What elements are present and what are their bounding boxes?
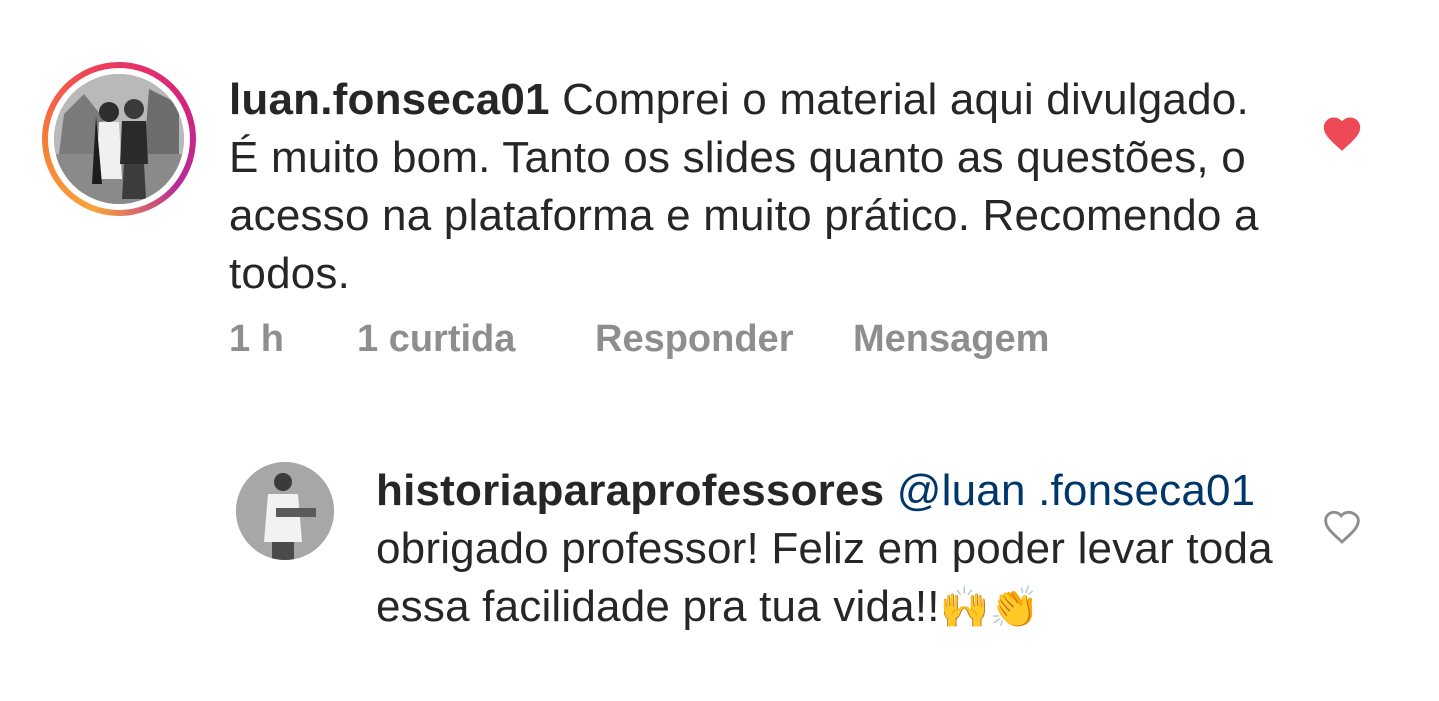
- heart-filled-icon[interactable]: [1320, 112, 1364, 152]
- reply-button[interactable]: Responder: [595, 318, 853, 361]
- comment-likes-count[interactable]: 1 curtida: [357, 318, 595, 361]
- message-button[interactable]: Mensagem: [853, 318, 1049, 361]
- reply-username[interactable]: historiaparaprofessores: [376, 466, 884, 515]
- user-avatar-icon[interactable]: [236, 462, 334, 560]
- reply-text: obrigado professor! Feliz em poder levar…: [376, 524, 1273, 631]
- comment-time: 1 h: [229, 318, 284, 360]
- comment-actions: 1 h 1 curtida Responder Mensagem: [229, 318, 1049, 361]
- story-ring[interactable]: [42, 62, 196, 216]
- user-avatar-icon[interactable]: [54, 74, 184, 204]
- reply-mention[interactable]: @luan .fonseca01: [897, 466, 1256, 515]
- comment-username[interactable]: luan.fonseca01: [229, 75, 550, 124]
- reply-emojis: 🙌👏: [939, 585, 1040, 631]
- comment: luan.fonseca01 Comprei o material aqui d…: [0, 0, 1439, 400]
- heart-outline-icon[interactable]: [1320, 505, 1364, 545]
- comment-body: luan.fonseca01 Comprei o material aqui d…: [229, 71, 1289, 303]
- reply-body: historiaparaprofessores @luan .fonseca01…: [376, 462, 1276, 637]
